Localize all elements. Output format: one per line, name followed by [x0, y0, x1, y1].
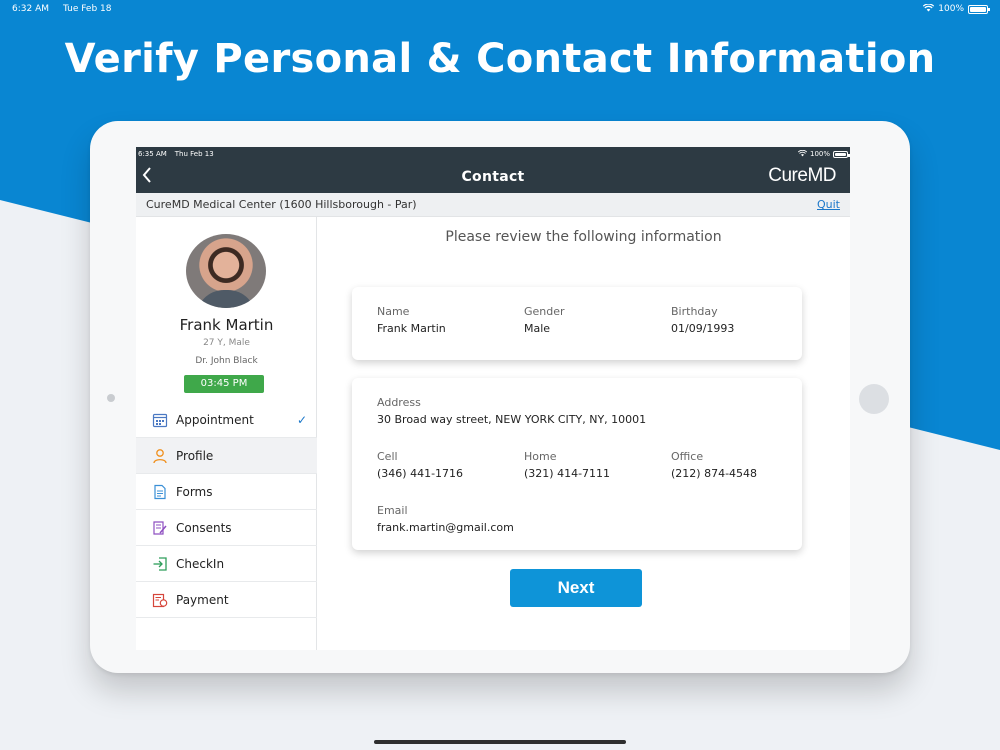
device-status-bar: 6:32 AM Tue Feb 18 100%: [0, 0, 1000, 18]
sidebar-item-payment[interactable]: Payment: [136, 582, 317, 618]
sidebar-item-label: CheckIn: [176, 556, 225, 571]
curemd-logo: CureMD: [768, 165, 836, 186]
cell-field: Cell (346) 441-1716: [377, 450, 463, 480]
contact-info-card: Address 30 Broad way street, NEW YORK CI…: [352, 378, 802, 550]
sidebar-item-label: Profile: [176, 448, 214, 463]
user-icon: [150, 446, 170, 466]
location-bar: CureMD Medical Center (1600 Hillsborough…: [136, 193, 850, 217]
battery-icon: [833, 150, 850, 158]
next-button[interactable]: Next: [510, 569, 642, 607]
inner-status-date: Thu Feb 13: [174, 150, 214, 158]
patient-doctor: Dr. John Black: [195, 356, 258, 366]
email-value: frank.martin@gmail.com: [377, 521, 514, 534]
camera-dot: [107, 394, 115, 402]
sidebar-item-profile[interactable]: Profile: [136, 438, 317, 474]
email-label: Email: [377, 504, 408, 517]
office-phone-value: (212) 874-4548: [671, 467, 758, 480]
patient-name: Frank Martin: [179, 316, 274, 334]
navbar: Contact CureMD: [136, 161, 850, 193]
patient-avatar: [186, 234, 266, 308]
gender-label: Gender: [524, 305, 565, 318]
content-area: Frank Martin 27 Y, Male Dr. John Black 0…: [136, 217, 850, 650]
patient-age-gender: 27 Y, Male: [203, 338, 250, 348]
chevron-left-icon[interactable]: [142, 167, 152, 187]
screen-title: Contact: [461, 169, 525, 185]
address-label: Address: [377, 396, 421, 409]
cell-value: (346) 441-1716: [377, 467, 464, 480]
patient-sidebar: Frank Martin 27 Y, Male Dr. John Black 0…: [136, 217, 317, 650]
email-field: Email frank.martin@gmail.com: [377, 504, 514, 534]
personal-info-card: Name Frank Martin Gender Male Birthday 0…: [352, 287, 802, 360]
inner-status-bar: 6:35 AM Thu Feb 13 100%: [136, 147, 850, 161]
app-screen: 6:35 AM Thu Feb 13 100% Contact CureMD C…: [136, 147, 850, 650]
name-field: Name Frank Martin: [377, 305, 446, 335]
status-time: 6:32 AM: [12, 4, 49, 14]
sidebar-item-label: Appointment: [176, 412, 254, 427]
inner-status-time: 6:35 AM: [138, 150, 167, 158]
wifi-icon: [797, 149, 808, 159]
check-icon: ✓: [296, 412, 307, 427]
office-phone-label: Office: [671, 450, 704, 463]
sidebar-item-label: Consents: [176, 520, 232, 535]
tablet-home-button: [859, 384, 889, 414]
checkin-icon: [150, 554, 170, 574]
appointment-time-badge: 03:45 PM: [184, 375, 264, 393]
wifi-icon: [923, 2, 935, 15]
sidebar-item-forms[interactable]: Forms: [136, 474, 317, 510]
battery-icon: [968, 4, 990, 14]
review-title: Please review the following information: [445, 229, 722, 245]
sidebar-item-consents[interactable]: Consents: [136, 510, 317, 546]
office-phone-field: Office (212) 874-4548: [671, 450, 757, 480]
sidebar-item-appointment[interactable]: Appointment ✓: [136, 402, 317, 438]
location-text: CureMD Medical Center (1600 Hillsborough…: [146, 198, 417, 211]
cell-label: Cell: [377, 450, 398, 463]
page-headline: Verify Personal & Contact Information: [64, 36, 936, 82]
sidebar-item-label: Forms: [176, 484, 213, 499]
gender-value: Male: [524, 322, 551, 335]
calendar-icon: [150, 410, 170, 430]
payment-icon: [150, 590, 170, 610]
address-field: Address 30 Broad way street, NEW YORK CI…: [377, 396, 646, 426]
home-phone-label: Home: [524, 450, 557, 463]
app-header: 6:35 AM Thu Feb 13 100% Contact CureMD: [136, 147, 850, 193]
gender-field: Gender Male: [524, 305, 565, 335]
name-value: Frank Martin: [377, 322, 446, 335]
home-phone-value: (321) 414-7111: [524, 467, 611, 480]
birthday-value: 01/09/1993: [671, 322, 735, 335]
quit-link[interactable]: Quit: [817, 198, 840, 211]
battery-percent: 100%: [938, 4, 964, 14]
sidebar-menu: Appointment ✓ Profile Forms Consents Che…: [136, 402, 317, 618]
review-panel: Please review the following information …: [317, 217, 850, 650]
birthday-label: Birthday: [671, 305, 718, 318]
home-indicator: [374, 740, 626, 744]
sidebar-item-checkin[interactable]: CheckIn: [136, 546, 317, 582]
sidebar-item-label: Payment: [176, 592, 229, 607]
document-icon: [150, 482, 170, 502]
name-label: Name: [377, 305, 410, 318]
inner-battery-percent: 100%: [809, 150, 830, 158]
tablet-frame: 6:35 AM Thu Feb 13 100% Contact CureMD C…: [90, 121, 910, 673]
consent-icon: [150, 518, 170, 538]
address-value: 30 Broad way street, NEW YORK CITY, NY, …: [377, 413, 647, 426]
birthday-field: Birthday 01/09/1993: [671, 305, 734, 335]
home-phone-field: Home (321) 414-7111: [524, 450, 610, 480]
status-date: Tue Feb 18: [63, 4, 112, 14]
